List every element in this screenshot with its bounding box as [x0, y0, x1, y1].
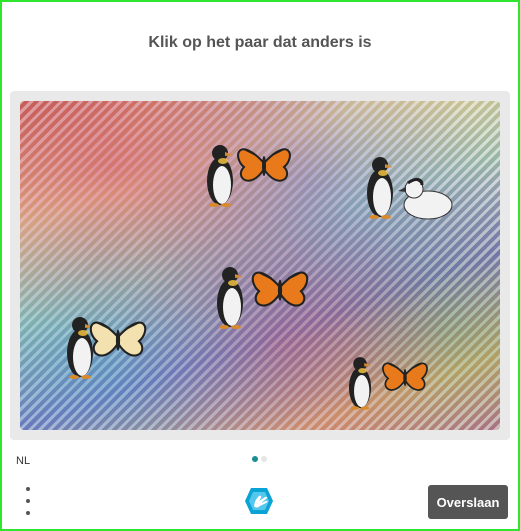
- pair-penguin-butterfly-bottom[interactable]: [348, 357, 428, 410]
- pair-penguin-butterfly-top[interactable]: [207, 145, 291, 207]
- menu-button[interactable]: [20, 487, 36, 515]
- pagination-dots: [252, 456, 267, 462]
- menu-dot-icon: [26, 487, 30, 491]
- skip-button[interactable]: Overslaan: [428, 485, 508, 519]
- language-indicator[interactable]: NL: [16, 455, 30, 467]
- menu-dot-icon: [26, 499, 30, 503]
- pair-penguin-butterfly-left[interactable]: [67, 317, 147, 379]
- menu-dot-icon: [26, 511, 30, 515]
- hcaptcha-logo-icon: [243, 486, 275, 516]
- challenge-image[interactable]: [20, 101, 500, 430]
- pair-penguin-butterfly-middle[interactable]: [217, 267, 309, 329]
- challenge-scene: [67, 145, 454, 410]
- pagination-dot: [261, 456, 267, 462]
- challenge-prompt: Klik op het paar dat anders is: [148, 34, 372, 51]
- pagination-dot-current: [252, 456, 258, 462]
- pair-penguin-duck[interactable]: [367, 157, 454, 221]
